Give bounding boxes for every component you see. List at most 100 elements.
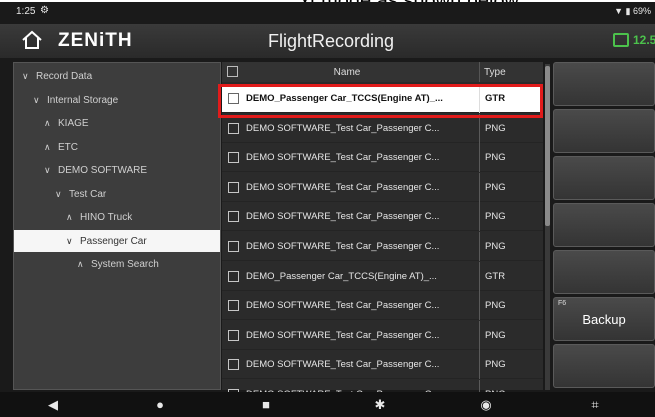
function-button[interactable] bbox=[553, 344, 655, 388]
column-divider bbox=[479, 291, 480, 321]
tree-item-label: Record Data bbox=[36, 71, 93, 82]
battery-text: 12.5 bbox=[633, 33, 655, 47]
table-row[interactable]: DEMO SOFTWARE_Test Car_Passenger C... PNG bbox=[222, 320, 543, 350]
brand-logo: ZENiTH bbox=[58, 30, 133, 51]
tree-item-label: Passenger Car bbox=[80, 235, 147, 247]
row-checkbox[interactable] bbox=[228, 300, 239, 312]
column-divider bbox=[479, 62, 480, 82]
highlight-box bbox=[218, 84, 543, 118]
chevron-down-icon: ∨ bbox=[66, 235, 73, 246]
chevron-down-icon: ∨ bbox=[44, 165, 51, 175]
browser-icon[interactable]: ◉ bbox=[478, 397, 494, 413]
tree-item[interactable]: ∧ HINO Truck bbox=[14, 206, 220, 228]
file-type: PNG bbox=[485, 241, 506, 252]
chevron-up-icon: ∧ bbox=[77, 259, 84, 269]
file-type: PNG bbox=[485, 329, 506, 341]
file-name: DEMO SOFTWARE_Test Car_Passenger C... bbox=[246, 241, 440, 252]
column-divider bbox=[479, 143, 480, 173]
tree-item[interactable]: ∨ Test Car bbox=[14, 183, 220, 205]
file-name: DEMO SOFTWARE_Test Car_Passenger C... bbox=[246, 152, 440, 164]
tree-item-label: Test Car bbox=[69, 188, 107, 200]
tree-item-label: ETC bbox=[58, 141, 78, 153]
chevron-down-icon: ∨ bbox=[33, 94, 40, 105]
folder-tree: ∨ Record Data ∨ Internal Storage ∧ KIAGE ∧ ETC ∨… bbox=[13, 62, 221, 390]
column-divider bbox=[479, 172, 480, 202]
tree-item[interactable]: ∨ Record Data bbox=[14, 65, 220, 87]
row-checkbox[interactable] bbox=[228, 152, 239, 164]
file-type: GTR bbox=[485, 270, 506, 282]
tree-item-label: HINO Truck bbox=[80, 212, 133, 223]
tree-item[interactable]: ∧ ETC bbox=[14, 136, 220, 158]
app-bar: ZENiTH FlightRecording 12.5 bbox=[0, 24, 655, 58]
function-button[interactable] bbox=[553, 109, 655, 153]
android-nav-bar: ◀ ● ■ ✱ ◉ ⌗ bbox=[0, 392, 655, 417]
tree-item[interactable]: ∨ Passenger Car bbox=[14, 229, 220, 252]
file-name: DEMO SOFTWARE_Test Car_Passenger C... bbox=[246, 211, 440, 223]
function-key-label: F6 bbox=[558, 300, 567, 307]
table-row[interactable]: DEMO SOFTWARE_Test Car_Passenger C... PNG bbox=[222, 232, 543, 261]
tree-item-label: DEMO SOFTWARE bbox=[58, 165, 148, 176]
row-checkbox[interactable] bbox=[228, 211, 239, 223]
row-checkbox[interactable] bbox=[228, 270, 239, 282]
function-button[interactable] bbox=[553, 250, 655, 294]
row-checkbox[interactable] bbox=[228, 329, 239, 341]
file-type: PNG bbox=[485, 152, 506, 164]
chevron-up-icon: ∧ bbox=[44, 118, 51, 128]
column-header-name: Name bbox=[333, 67, 361, 78]
row-checkbox[interactable] bbox=[228, 122, 239, 134]
file-type: PNG bbox=[485, 211, 506, 223]
chevron-up-icon: ∧ bbox=[66, 212, 73, 222]
column-divider bbox=[479, 232, 480, 261]
settings-icon[interactable]: ✱ bbox=[372, 397, 388, 413]
status-right-indicators: ▼ ▮ 69% bbox=[614, 6, 651, 16]
tree-item[interactable]: ∨ DEMO SOFTWARE bbox=[14, 159, 220, 181]
page-title: FlightRecording bbox=[268, 31, 395, 51]
tree-item[interactable]: ∧ KIAGE bbox=[14, 112, 220, 134]
tree-item[interactable]: ∧ System Search bbox=[14, 253, 220, 275]
table-header: Name Type bbox=[222, 62, 543, 82]
file-name: DEMO SOFTWARE_Test Car_Passenger C... bbox=[246, 181, 440, 193]
status-time: 1:25 bbox=[16, 6, 36, 17]
column-divider bbox=[479, 202, 480, 232]
tablet-screen: 1:25 ⚙ ▼ ▮ 69% ZENiTH FlightRecording 12… bbox=[0, 2, 655, 417]
backup-button[interactable]: F6 Backup bbox=[553, 297, 655, 341]
file-name: DEMO SOFTWARE_Test Car_Passenger C... bbox=[246, 359, 440, 371]
status-bar: 1:25 ⚙ ▼ ▮ 69% bbox=[0, 2, 655, 24]
table-row[interactable]: DEMO_Passenger Car_TCCS(Engine AT)_... GT… bbox=[222, 261, 543, 291]
table-row[interactable]: DEMO SOFTWARE_Test Car_Passenger C... PNG bbox=[222, 350, 543, 380]
function-button[interactable] bbox=[553, 203, 655, 247]
function-button[interactable] bbox=[553, 62, 655, 106]
battery-icon bbox=[613, 33, 629, 47]
back-icon[interactable]: ◀ bbox=[45, 397, 61, 413]
home-icon[interactable] bbox=[21, 28, 43, 52]
row-checkbox[interactable] bbox=[228, 359, 239, 371]
chevron-up-icon: ∧ bbox=[44, 141, 51, 152]
gear-icon: ⚙ bbox=[40, 5, 49, 16]
row-checkbox[interactable] bbox=[228, 181, 239, 193]
table-scrollbar-thumb[interactable] bbox=[545, 66, 550, 226]
file-type: PNG bbox=[485, 122, 506, 134]
screenshot-icon[interactable]: ⌗ bbox=[587, 397, 603, 413]
column-divider bbox=[479, 350, 480, 380]
table-row[interactable]: DEMO SOFTWARE_Test Car_Passenger C... PNG bbox=[222, 291, 543, 321]
file-type: PNG bbox=[485, 300, 506, 312]
home-dot-icon[interactable]: ● bbox=[152, 397, 168, 413]
file-name: DEMO_Passenger Car_TCCS(Engine AT)_... bbox=[246, 270, 437, 282]
function-button[interactable] bbox=[553, 156, 655, 200]
file-type: PNG bbox=[485, 181, 506, 193]
file-name: DEMO SOFTWARE_Test Car_Passenger C... bbox=[246, 300, 440, 312]
tree-item-label: KIAGE bbox=[58, 118, 89, 129]
file-name: DEMO SOFTWARE_Test Car_Passenger C... bbox=[246, 329, 440, 341]
table-row[interactable]: DEMO SOFTWARE_Test Car_Passenger C... PNG bbox=[222, 172, 543, 202]
row-checkbox[interactable] bbox=[228, 241, 239, 252]
tree-item-label: System Search bbox=[91, 259, 159, 270]
chevron-down-icon: ∨ bbox=[55, 188, 62, 199]
tree-item[interactable]: ∨ Internal Storage bbox=[14, 89, 220, 111]
table-row[interactable]: DEMO SOFTWARE_Test Car_Passenger C... PNG bbox=[222, 202, 543, 232]
file-name: DEMO SOFTWARE_Test Car_Passenger C... bbox=[246, 122, 440, 134]
table-row[interactable]: DEMO SOFTWARE_Test Car_Passenger C... PNG bbox=[222, 143, 543, 173]
column-divider bbox=[479, 261, 480, 291]
column-divider bbox=[479, 320, 480, 350]
recents-icon[interactable]: ■ bbox=[258, 397, 274, 413]
file-type: PNG bbox=[485, 359, 506, 371]
